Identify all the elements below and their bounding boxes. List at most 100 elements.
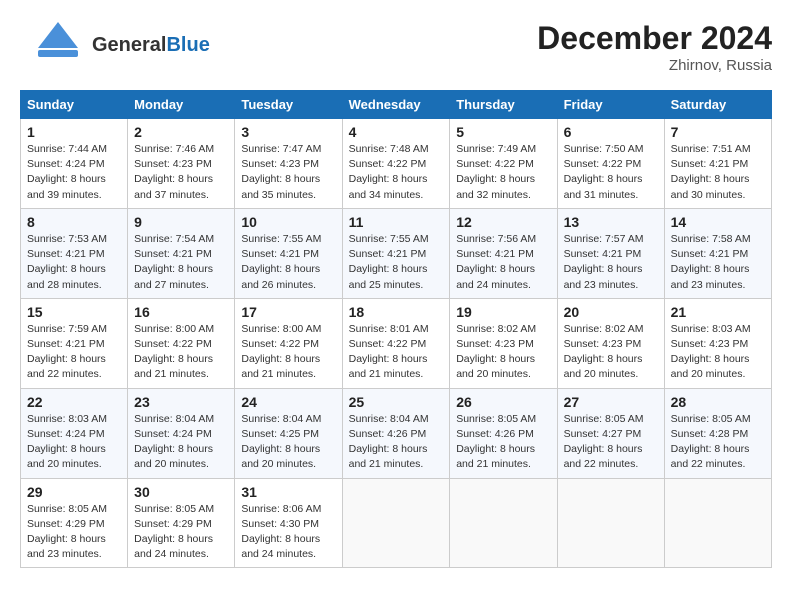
empty-cell xyxy=(342,478,450,568)
day-number: 15 xyxy=(27,304,121,320)
day-number: 19 xyxy=(456,304,550,320)
day-info: Sunrise: 8:06 AMSunset: 4:30 PMDaylight:… xyxy=(241,503,321,561)
day-info: Sunrise: 8:04 AMSunset: 4:25 PMDaylight:… xyxy=(241,413,321,471)
day-cell-14: 14 Sunrise: 7:58 AMSunset: 4:21 PMDaylig… xyxy=(664,208,771,298)
day-info: Sunrise: 7:55 AMSunset: 4:21 PMDaylight:… xyxy=(241,233,321,291)
day-number: 9 xyxy=(134,214,228,230)
day-number: 12 xyxy=(456,214,550,230)
day-number: 20 xyxy=(564,304,658,320)
day-info: Sunrise: 7:46 AMSunset: 4:23 PMDaylight:… xyxy=(134,143,214,201)
week-row-5: 29 Sunrise: 8:05 AMSunset: 4:29 PMDaylig… xyxy=(21,478,772,568)
day-info: Sunrise: 7:50 AMSunset: 4:22 PMDaylight:… xyxy=(564,143,644,201)
day-number: 4 xyxy=(349,124,444,140)
day-info: Sunrise: 7:48 AMSunset: 4:22 PMDaylight:… xyxy=(349,143,429,201)
day-info: Sunrise: 8:05 AMSunset: 4:28 PMDaylight:… xyxy=(671,413,751,471)
day-info: Sunrise: 8:05 AMSunset: 4:29 PMDaylight:… xyxy=(134,503,214,561)
day-info: Sunrise: 7:49 AMSunset: 4:22 PMDaylight:… xyxy=(456,143,536,201)
month-title: December 2024 xyxy=(537,20,772,57)
day-cell-25: 25 Sunrise: 8:04 AMSunset: 4:26 PMDaylig… xyxy=(342,388,450,478)
week-row-2: 8 Sunrise: 7:53 AMSunset: 4:21 PMDayligh… xyxy=(21,208,772,298)
day-cell-15: 15 Sunrise: 7:59 AMSunset: 4:21 PMDaylig… xyxy=(21,298,128,388)
day-cell-17: 17 Sunrise: 8:00 AMSunset: 4:22 PMDaylig… xyxy=(235,298,342,388)
day-cell-8: 8 Sunrise: 7:53 AMSunset: 4:21 PMDayligh… xyxy=(21,208,128,298)
day-cell-12: 12 Sunrise: 7:56 AMSunset: 4:21 PMDaylig… xyxy=(450,208,557,298)
weekday-header-monday: Monday xyxy=(128,91,235,119)
day-info: Sunrise: 8:00 AMSunset: 4:22 PMDaylight:… xyxy=(134,323,214,381)
day-number: 17 xyxy=(241,304,335,320)
day-cell-7: 7 Sunrise: 7:51 AMSunset: 4:21 PMDayligh… xyxy=(664,119,771,209)
week-row-1: 1 Sunrise: 7:44 AMSunset: 4:24 PMDayligh… xyxy=(21,119,772,209)
day-info: Sunrise: 8:02 AMSunset: 4:23 PMDaylight:… xyxy=(456,323,536,381)
day-number: 7 xyxy=(671,124,765,140)
day-info: Sunrise: 8:03 AMSunset: 4:24 PMDaylight:… xyxy=(27,413,107,471)
empty-cell xyxy=(664,478,771,568)
day-info: Sunrise: 8:05 AMSunset: 4:26 PMDaylight:… xyxy=(456,413,536,471)
day-number: 22 xyxy=(27,394,121,410)
day-cell-30: 30 Sunrise: 8:05 AMSunset: 4:29 PMDaylig… xyxy=(128,478,235,568)
logo: GeneralBlue xyxy=(20,20,210,70)
day-cell-13: 13 Sunrise: 7:57 AMSunset: 4:21 PMDaylig… xyxy=(557,208,664,298)
day-number: 23 xyxy=(134,394,228,410)
day-cell-2: 2 Sunrise: 7:46 AMSunset: 4:23 PMDayligh… xyxy=(128,119,235,209)
day-info: Sunrise: 8:04 AMSunset: 4:26 PMDaylight:… xyxy=(349,413,429,471)
day-number: 10 xyxy=(241,214,335,230)
empty-cell xyxy=(450,478,557,568)
day-number: 11 xyxy=(349,214,444,230)
day-cell-31: 31 Sunrise: 8:06 AMSunset: 4:30 PMDaylig… xyxy=(235,478,342,568)
day-number: 27 xyxy=(564,394,658,410)
day-number: 26 xyxy=(456,394,550,410)
day-cell-10: 10 Sunrise: 7:55 AMSunset: 4:21 PMDaylig… xyxy=(235,208,342,298)
day-info: Sunrise: 8:00 AMSunset: 4:22 PMDaylight:… xyxy=(241,323,321,381)
day-info: Sunrise: 7:57 AMSunset: 4:21 PMDaylight:… xyxy=(564,233,644,291)
day-cell-16: 16 Sunrise: 8:00 AMSunset: 4:22 PMDaylig… xyxy=(128,298,235,388)
day-cell-24: 24 Sunrise: 8:04 AMSunset: 4:25 PMDaylig… xyxy=(235,388,342,478)
day-cell-9: 9 Sunrise: 7:54 AMSunset: 4:21 PMDayligh… xyxy=(128,208,235,298)
day-cell-18: 18 Sunrise: 8:01 AMSunset: 4:22 PMDaylig… xyxy=(342,298,450,388)
day-cell-28: 28 Sunrise: 8:05 AMSunset: 4:28 PMDaylig… xyxy=(664,388,771,478)
day-number: 3 xyxy=(241,124,335,140)
page-header: GeneralBlue December 2024 Zhirnov, Russi… xyxy=(20,20,772,74)
location-subtitle: Zhirnov, Russia xyxy=(537,57,772,74)
logo-blue: Blue xyxy=(166,34,209,56)
week-row-3: 15 Sunrise: 7:59 AMSunset: 4:21 PMDaylig… xyxy=(21,298,772,388)
weekday-header-thursday: Thursday xyxy=(450,91,557,119)
day-info: Sunrise: 8:01 AMSunset: 4:22 PMDaylight:… xyxy=(349,323,429,381)
weekday-header-friday: Friday xyxy=(557,91,664,119)
day-number: 28 xyxy=(671,394,765,410)
day-info: Sunrise: 8:05 AMSunset: 4:29 PMDaylight:… xyxy=(27,503,107,561)
day-number: 13 xyxy=(564,214,658,230)
day-number: 16 xyxy=(134,304,228,320)
day-number: 1 xyxy=(27,124,121,140)
weekday-header-wednesday: Wednesday xyxy=(342,91,450,119)
day-info: Sunrise: 7:53 AMSunset: 4:21 PMDaylight:… xyxy=(27,233,107,291)
day-info: Sunrise: 8:03 AMSunset: 4:23 PMDaylight:… xyxy=(671,323,751,381)
day-number: 18 xyxy=(349,304,444,320)
day-info: Sunrise: 7:55 AMSunset: 4:21 PMDaylight:… xyxy=(349,233,429,291)
day-number: 14 xyxy=(671,214,765,230)
weekday-header-saturday: Saturday xyxy=(664,91,771,119)
day-cell-27: 27 Sunrise: 8:05 AMSunset: 4:27 PMDaylig… xyxy=(557,388,664,478)
day-info: Sunrise: 8:02 AMSunset: 4:23 PMDaylight:… xyxy=(564,323,644,381)
day-cell-20: 20 Sunrise: 8:02 AMSunset: 4:23 PMDaylig… xyxy=(557,298,664,388)
day-number: 30 xyxy=(134,484,228,500)
day-number: 31 xyxy=(241,484,335,500)
day-number: 6 xyxy=(564,124,658,140)
weekday-header-row: SundayMondayTuesdayWednesdayThursdayFrid… xyxy=(21,91,772,119)
logo-general: General xyxy=(92,34,166,56)
day-info: Sunrise: 7:44 AMSunset: 4:24 PMDaylight:… xyxy=(27,143,107,201)
empty-cell xyxy=(557,478,664,568)
day-cell-5: 5 Sunrise: 7:49 AMSunset: 4:22 PMDayligh… xyxy=(450,119,557,209)
weekday-header-tuesday: Tuesday xyxy=(235,91,342,119)
day-cell-21: 21 Sunrise: 8:03 AMSunset: 4:23 PMDaylig… xyxy=(664,298,771,388)
day-number: 5 xyxy=(456,124,550,140)
day-cell-29: 29 Sunrise: 8:05 AMSunset: 4:29 PMDaylig… xyxy=(21,478,128,568)
day-cell-19: 19 Sunrise: 8:02 AMSunset: 4:23 PMDaylig… xyxy=(450,298,557,388)
day-cell-4: 4 Sunrise: 7:48 AMSunset: 4:22 PMDayligh… xyxy=(342,119,450,209)
day-info: Sunrise: 7:56 AMSunset: 4:21 PMDaylight:… xyxy=(456,233,536,291)
day-number: 29 xyxy=(27,484,121,500)
day-cell-3: 3 Sunrise: 7:47 AMSunset: 4:23 PMDayligh… xyxy=(235,119,342,209)
day-cell-23: 23 Sunrise: 8:04 AMSunset: 4:24 PMDaylig… xyxy=(128,388,235,478)
day-cell-22: 22 Sunrise: 8:03 AMSunset: 4:24 PMDaylig… xyxy=(21,388,128,478)
day-cell-26: 26 Sunrise: 8:05 AMSunset: 4:26 PMDaylig… xyxy=(450,388,557,478)
day-info: Sunrise: 7:47 AMSunset: 4:23 PMDaylight:… xyxy=(241,143,321,201)
